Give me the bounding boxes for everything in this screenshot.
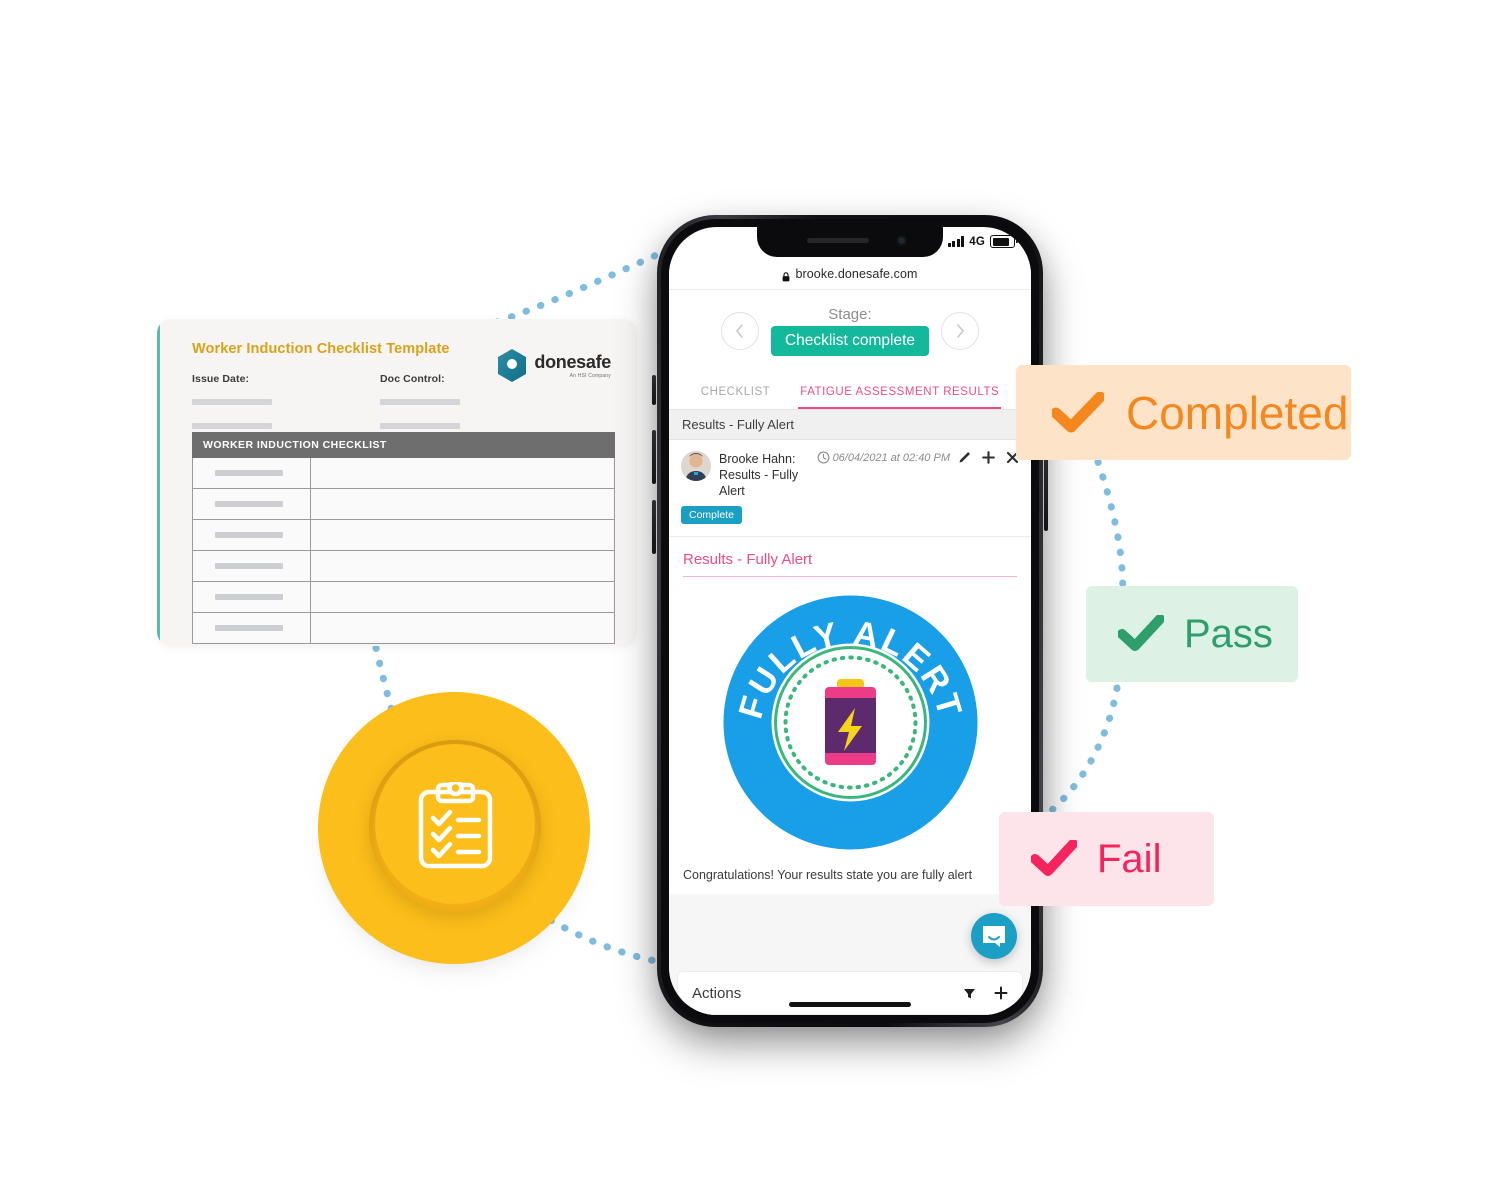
result-title: Results - Fully Alert (683, 551, 1017, 577)
table-row (192, 489, 615, 520)
volume-up-button[interactable] (652, 430, 656, 484)
callout-pass: Pass (1086, 586, 1298, 682)
plus-icon[interactable] (994, 986, 1008, 1000)
add-icon[interactable] (982, 451, 995, 464)
table-cell-label (193, 458, 311, 488)
app-content: Stage: Checklist complete CHECKLIST FATI… (669, 290, 1031, 1015)
entry-timestamp: 06/04/2021 at 02:40 PM (832, 451, 950, 464)
table-cell-label (193, 582, 311, 612)
check-icon (1118, 615, 1164, 651)
next-stage-button[interactable] (941, 312, 980, 350)
battery-icon (990, 235, 1018, 248)
issue-date-label: Issue Date: (192, 373, 250, 385)
browser-address-bar[interactable]: brooke.donesafe.com (669, 261, 1031, 287)
tab-checklist[interactable]: CHECKLIST (699, 378, 773, 409)
section-header: Results - Fully Alert (669, 409, 1031, 440)
front-camera (896, 235, 907, 246)
chevron-right-icon (956, 324, 964, 338)
placeholder-bar (215, 594, 283, 600)
phone-screen: 4G brooke.donesafe.com Stage: Checklist … (669, 227, 1031, 1015)
placeholder-bar (380, 423, 460, 429)
clock-icon (817, 451, 830, 464)
earpiece-speaker (807, 238, 869, 243)
url-text: brooke.donesafe.com (795, 267, 918, 281)
result-message: Congratulations! Your results state you … (669, 860, 1031, 894)
table-header: WORKER INDUCTION CHECKLIST (192, 432, 615, 458)
table-cell-label (193, 613, 311, 643)
power-button[interactable] (1044, 451, 1048, 531)
table-cell-label (193, 489, 311, 519)
placeholder-bar (215, 532, 283, 538)
filter-icon[interactable] (963, 987, 976, 1000)
placeholder-bar (215, 470, 283, 476)
tab-fatigue-assessment-results[interactable]: FATIGUE ASSESSMENT RESULTS (798, 378, 1002, 409)
checklist-icon-badge (313, 692, 593, 972)
result-panel: Results - Fully Alert FULLY ALERT (669, 537, 1031, 860)
chat-bubble-icon[interactable] (971, 913, 1017, 959)
callout-completed: Completed (1016, 365, 1351, 460)
callout-fail: Fail (999, 812, 1214, 906)
battery-lightning-icon (824, 679, 876, 765)
entry-actions (958, 451, 1019, 464)
status-badge: Complete (681, 506, 742, 524)
callout-completed-label: Completed (1126, 386, 1349, 439)
entry-timestamp-group: 06/04/2021 at 02:40 PM (817, 451, 950, 464)
phone-notch (757, 227, 943, 257)
status-bar: 4G (947, 235, 1018, 248)
callout-fail-label: Fail (1097, 836, 1162, 881)
entry-author: Brooke Hahn: (719, 452, 796, 466)
logo-wordmark: donesafe (534, 351, 611, 372)
volume-down-button[interactable] (652, 500, 656, 554)
table-row (192, 613, 615, 644)
checklist-template-card: Worker Induction Checklist Template Issu… (157, 319, 637, 646)
actions-bar: Actions (677, 971, 1023, 1015)
callout-pass-label: Pass (1184, 611, 1273, 656)
tab-bar: CHECKLIST FATIGUE ASSESSMENT RESULTS (669, 372, 1031, 409)
placeholder-bar (192, 399, 272, 405)
table-cell-value (311, 551, 614, 581)
chevron-left-icon (736, 324, 744, 338)
issue-date-field: Issue Date: (192, 373, 380, 429)
table-cell-label (193, 520, 311, 550)
prev-stage-button[interactable] (720, 312, 759, 350)
phone-mockup: 4G brooke.donesafe.com Stage: Checklist … (650, 215, 1050, 1035)
table-row (192, 551, 615, 582)
illustration-canvas: Worker Induction Checklist Template Issu… (0, 0, 1500, 1200)
mute-switch[interactable] (652, 375, 656, 405)
check-icon (1031, 840, 1077, 876)
table-cell-value (311, 489, 614, 519)
checklist-table: WORKER INDUCTION CHECKLIST (192, 432, 615, 644)
logo-tagline: An HSI Company (569, 372, 611, 379)
table-cell-value (311, 520, 614, 550)
table-cell-value (311, 458, 614, 488)
table-cell-value (311, 582, 614, 612)
placeholder-bar (215, 563, 283, 569)
placeholder-bar (215, 625, 283, 631)
donesafe-hex-icon (497, 349, 527, 382)
table-cell-label (193, 551, 311, 581)
placeholder-bar (215, 501, 283, 507)
stage-navigator: Stage: Checklist complete (669, 290, 1031, 372)
edit-icon[interactable] (958, 451, 971, 464)
table-row (192, 520, 615, 551)
donesafe-logo: donesafe An HSI Company (497, 349, 611, 382)
clipboard-checklist-icon (413, 779, 498, 872)
fully-alert-emblem: FULLY ALERT (723, 595, 978, 850)
table-row (192, 582, 615, 613)
network-label: 4G (969, 235, 985, 248)
placeholder-bar (380, 399, 460, 405)
check-icon (1052, 391, 1104, 432)
signal-strength-icon (947, 236, 965, 247)
record-entry: Brooke Hahn: Results - Fully Alert 06/04… (669, 440, 1031, 537)
avatar (681, 451, 711, 481)
placeholder-bar (192, 423, 272, 429)
table-row (192, 458, 615, 489)
table-cell-value (311, 613, 614, 643)
stage-value-badge[interactable]: Checklist complete (770, 326, 930, 356)
stage-label: Stage: (828, 306, 872, 323)
actions-label: Actions (692, 984, 742, 1002)
home-indicator (789, 1002, 911, 1007)
lock-icon (782, 269, 790, 282)
entry-subject: Results - Fully Alert (719, 468, 799, 498)
